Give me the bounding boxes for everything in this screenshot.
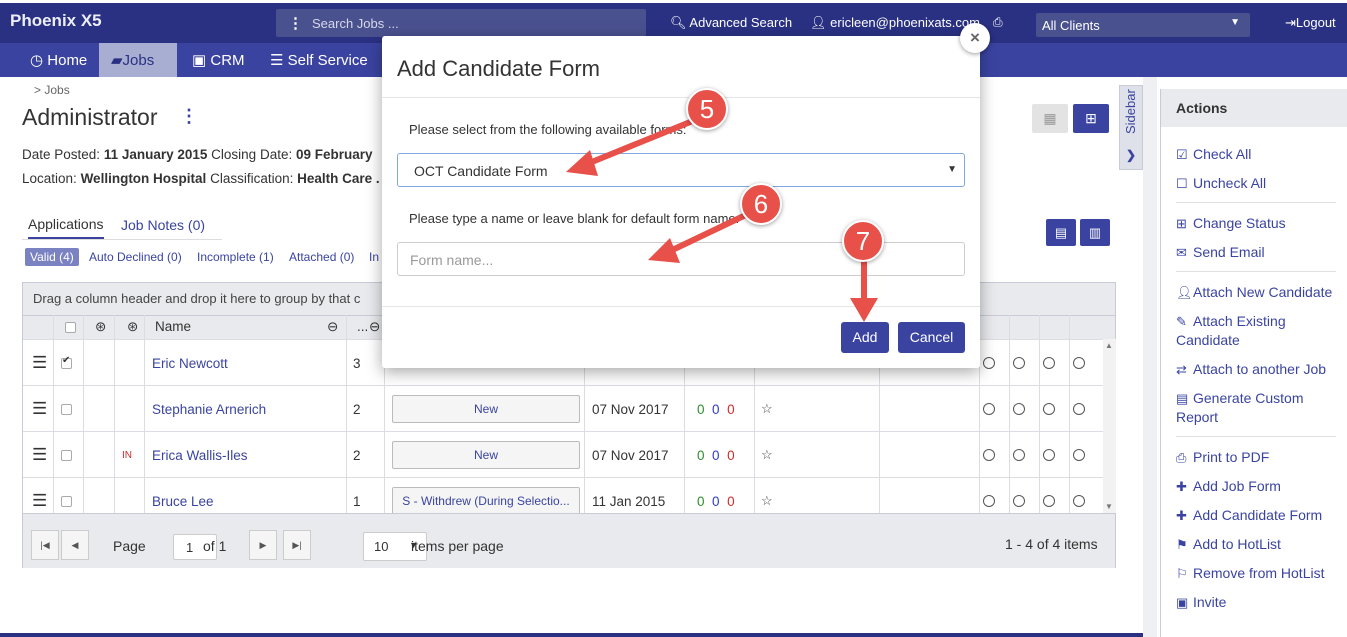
arrow-step-7 [850,259,878,322]
tutorial-annotations [566,115,878,322]
step-badge-7: 7 [842,220,884,262]
step-badge-6: 6 [740,183,782,225]
arrow-step-6 [648,209,755,263]
step-badge-5: 5 [686,88,728,130]
arrow-step-5 [566,115,703,176]
